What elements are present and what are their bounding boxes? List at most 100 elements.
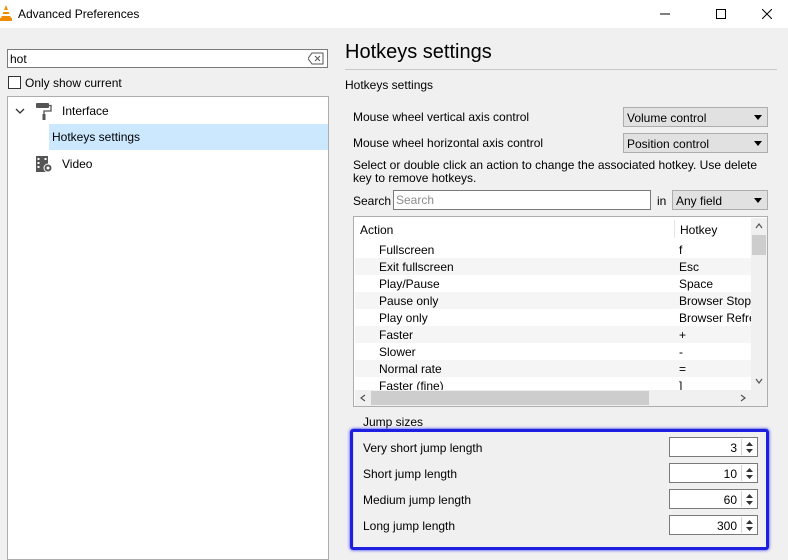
jump-length-label: Very short jump length [363,441,483,455]
tree-item-hotkeys-settings[interactable]: Hotkeys settings [49,124,328,150]
jump-length-spinbox[interactable]: 300 [669,515,758,535]
table-row[interactable]: Pause only Browser Stop [355,292,751,309]
title-divider [345,69,777,70]
tree-item-label: Hotkeys settings [52,130,141,144]
jump-length-label: Long jump length [363,519,456,533]
dropdown-arrow-icon [754,198,762,203]
action-cell: Pause only [379,294,439,308]
column-header-action[interactable]: Action [360,223,393,237]
scrollbar-thumb[interactable] [752,235,766,255]
table-header: Action Hotkey [355,218,751,240]
spin-buttons [741,465,756,481]
jump-length-label: Medium jump length [363,493,472,507]
hotkey-cell: = [679,362,687,376]
table-row[interactable]: Exit fullscreen Esc [355,258,751,275]
select-value: Any field [676,194,723,208]
dropdown-arrow-icon [754,115,762,120]
scroll-right-icon[interactable] [738,393,748,403]
spin-buttons [741,491,756,507]
spin-down-icon[interactable] [745,474,754,480]
only-show-current-checkbox[interactable]: Only show current [8,75,122,90]
table-row[interactable]: Fullscreen f [355,241,751,258]
spin-buttons [741,439,756,455]
tree-item-video[interactable]: Video [8,151,328,177]
spin-up-icon[interactable] [745,519,754,525]
vertical-axis-label: Mouse wheel vertical axis control [353,110,530,124]
dropdown-arrow-icon [754,141,762,146]
column-separator [674,220,675,238]
vertical-axis-select[interactable]: Volume control [623,107,768,127]
spinbox-value: 300 [716,519,737,533]
checkbox-box[interactable] [8,76,21,90]
jump-length-label: Short jump length [363,467,458,481]
action-cell: Slower [379,345,416,359]
hotkey-cell: - [679,345,683,359]
horizontal-scrollbar[interactable] [355,390,751,406]
minimize-icon [660,13,670,15]
search-value: hot [10,52,27,66]
action-cell: Play only [379,311,428,325]
vertical-scrollbar[interactable] [751,218,767,390]
search-placeholder: Search [396,193,435,207]
tree-item-label: Interface [62,104,109,118]
table-row[interactable]: Play/Pause Space [355,275,751,292]
in-label: in [657,194,667,208]
column-header-hotkey[interactable]: Hotkey [680,223,717,237]
action-cell: Faster [379,328,414,342]
hotkey-info-text: Select or double click an action to chan… [353,158,758,185]
hotkey-cell: Browser Refre [679,311,751,325]
only-show-current-label: Only show current [25,75,122,90]
chevron-down-icon[interactable] [14,105,26,117]
spin-up-icon[interactable] [745,441,754,447]
jump-length-spinbox[interactable]: 3 [669,437,758,457]
horizontal-axis-label: Mouse wheel horizontal axis control [353,136,544,150]
hotkey-cell: Esc [679,260,700,274]
action-cell: Play/Pause [379,277,440,291]
spin-buttons [741,517,756,533]
action-cell: Normal rate [379,362,442,376]
tree-item-label: Video [62,157,93,171]
search-field-select[interactable]: Any field [672,190,768,210]
preferences-search-input[interactable]: hot [7,49,328,68]
spin-down-icon[interactable] [745,526,754,532]
preferences-tree[interactable]: Interface Hotkeys settings Video [7,96,329,560]
table-row[interactable]: Faster + [355,326,751,343]
spinbox-value: 10 [723,467,737,481]
spinbox-value: 3 [730,441,737,455]
scroll-down-icon[interactable] [754,376,764,386]
minimize-button[interactable] [642,0,688,28]
hotkey-search-label: Search [353,194,392,208]
select-value: Volume control [627,111,707,125]
tree-item-interface[interactable]: Interface [8,98,328,124]
scroll-left-icon[interactable] [358,393,368,403]
window-title: Advanced Preferences [18,7,140,21]
hotkey-cell: + [679,328,687,342]
clear-search-icon[interactable] [308,52,324,65]
spin-up-icon[interactable] [745,467,754,473]
action-cell: Exit fullscreen [379,260,454,274]
hotkey-cell: Browser Stop [679,294,751,308]
close-button[interactable] [744,0,788,28]
paint-roller-icon [36,103,52,120]
scrollbar-corner [751,390,767,406]
maximize-icon [716,9,726,19]
scrollbar-thumb[interactable] [371,391,649,405]
spin-up-icon[interactable] [745,493,754,499]
maximize-button[interactable] [698,0,744,28]
hotkey-table[interactable]: Action Hotkey Fullscreen f Exit fullscreen… [353,216,768,407]
spinbox-value: 60 [723,493,737,507]
horizontal-axis-select[interactable]: Position control [623,133,768,153]
jump-sizes-title: Jump sizes [361,415,426,429]
jump-length-spinbox[interactable]: 60 [669,489,758,509]
hotkey-cell: f [679,243,683,257]
table-row[interactable]: Slower - [355,343,751,360]
vlc-cone-icon [0,5,12,21]
film-gear-icon [36,156,53,173]
hotkey-search-input[interactable]: Search [393,190,651,210]
scroll-up-icon[interactable] [754,221,764,231]
spin-down-icon[interactable] [745,448,754,454]
table-row[interactable]: Play only Browser Refre [355,309,751,326]
jump-length-spinbox[interactable]: 10 [669,463,758,483]
table-row[interactable]: Normal rate = [355,360,751,377]
spin-down-icon[interactable] [745,500,754,506]
